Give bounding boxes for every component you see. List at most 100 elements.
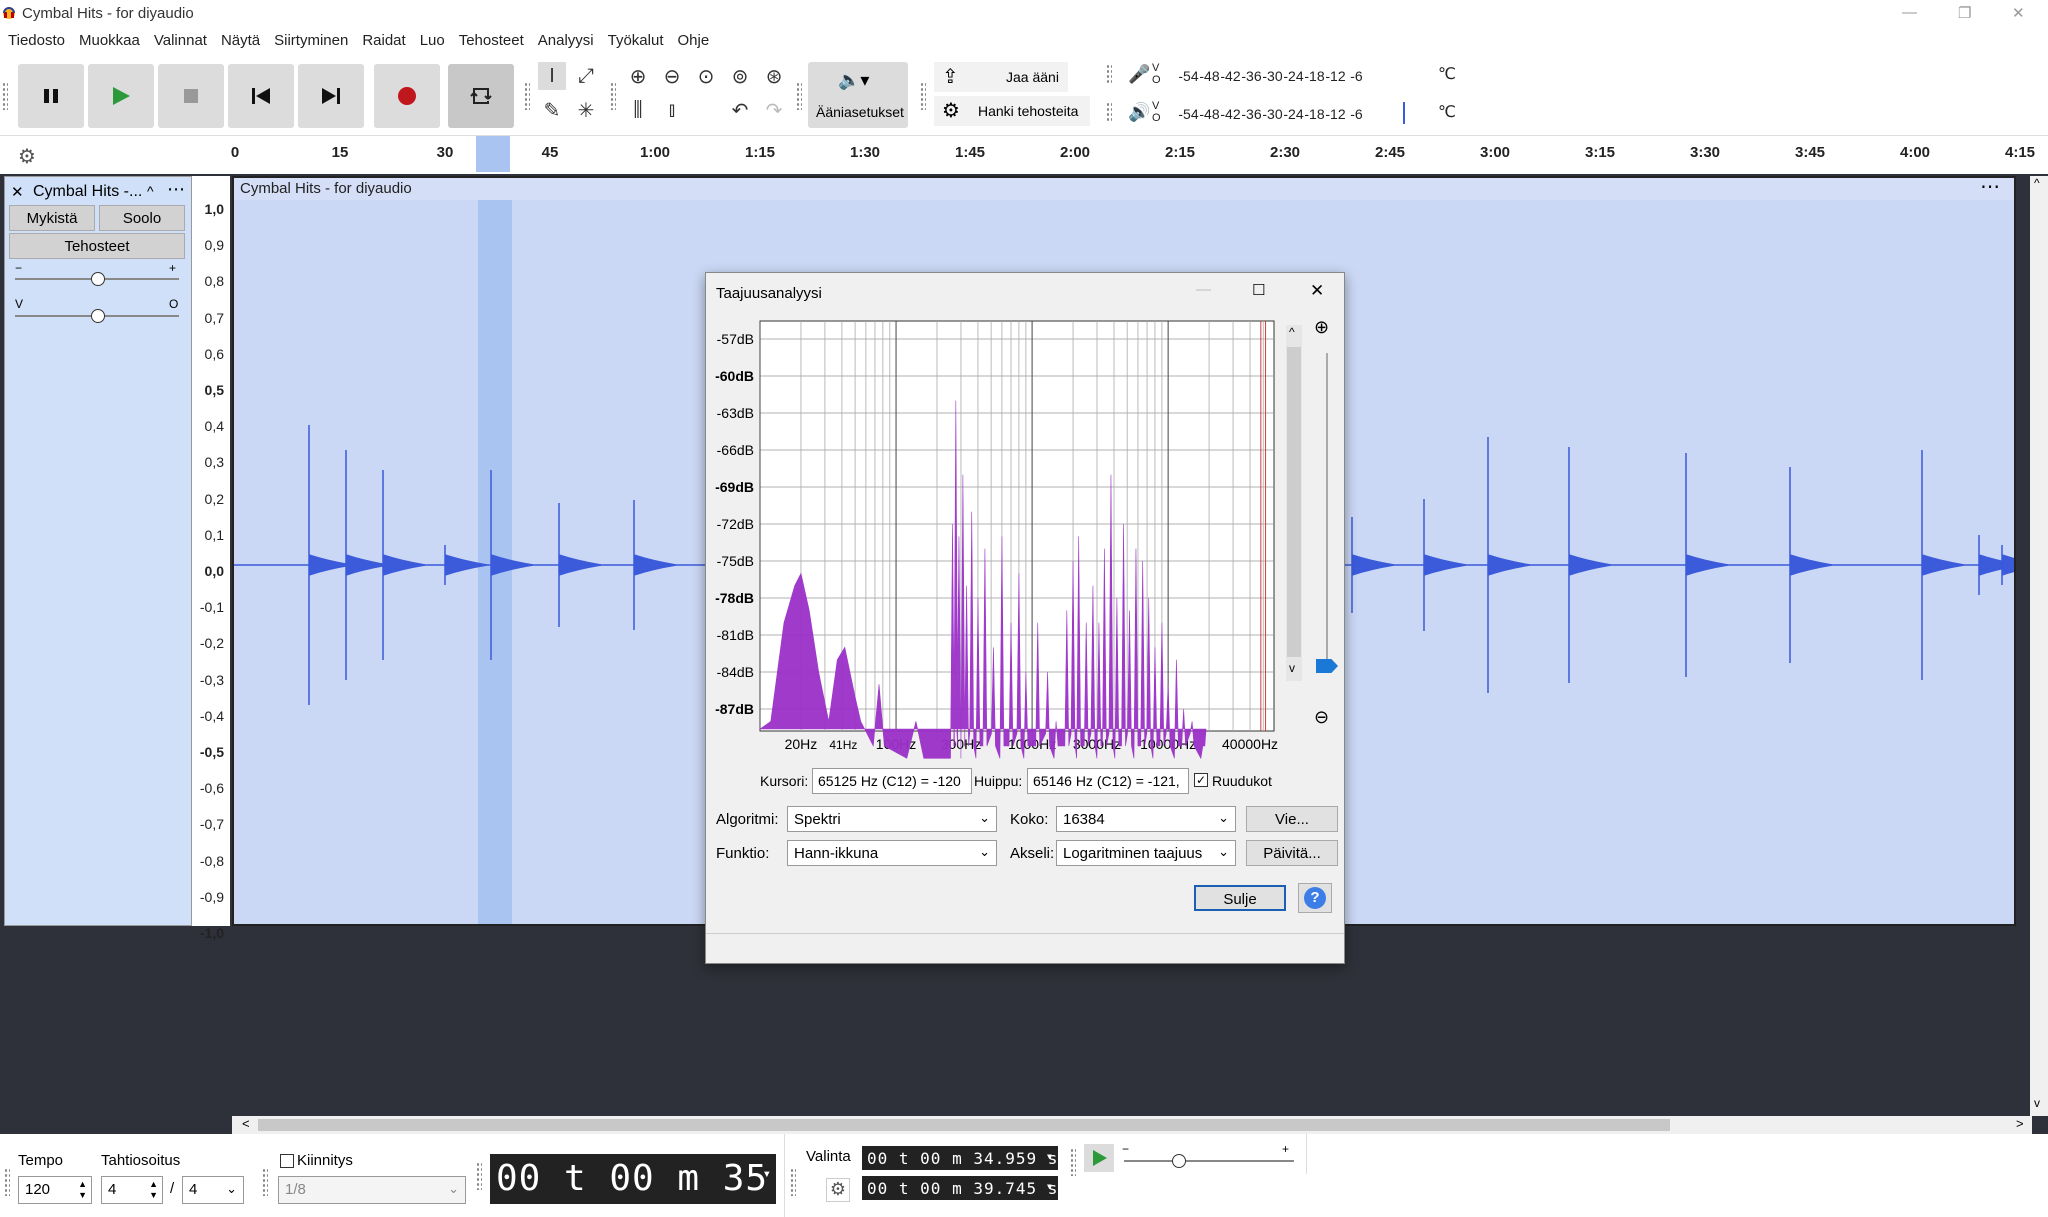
playback-speed-thumb[interactable] [1172, 1154, 1186, 1168]
envelope-tool-icon[interactable]: ⤢ [572, 62, 600, 90]
meter-options-icon[interactable]: ℃ [1438, 64, 1456, 84]
fit-selection-icon[interactable]: ⊙ [692, 62, 720, 90]
maximize-icon[interactable]: ❐ [1958, 4, 1971, 22]
silence-icon[interactable]: ⫾ [658, 96, 686, 124]
playback-speed-slider[interactable] [1124, 1160, 1294, 1162]
tempo-input[interactable]: 120 ▲ ▼ [18, 1176, 92, 1204]
scroll-down-icon[interactable]: v [2034, 1096, 2040, 1110]
play-at-speed-grip[interactable] [1070, 1148, 1076, 1176]
trim-icon[interactable]: ⫼ [624, 96, 652, 124]
grid-checkbox[interactable]: ✓ [1194, 773, 1208, 787]
function-select[interactable]: Hann-ikkuna ⌄ [787, 840, 997, 866]
meter-options-icon-2[interactable]: ℃ [1438, 102, 1456, 122]
track-name[interactable]: Cymbal Hits -... [33, 183, 142, 201]
pause-button[interactable] [18, 64, 84, 128]
undo-icon[interactable]: ↶ [726, 96, 754, 124]
menu-tools[interactable]: Työkalut [608, 32, 664, 49]
redo-icon[interactable]: ↷ [760, 96, 788, 124]
menu-tracks[interactable]: Raidat [362, 32, 405, 49]
gain-slider-thumb[interactable] [91, 272, 105, 286]
stop-button[interactable] [158, 64, 224, 128]
time-display[interactable]: 00 t 00 m 35 s ▾ [490, 1154, 812, 1204]
spectrum-scroll-down-icon[interactable]: v [1289, 661, 1295, 675]
multi-tool-icon[interactable]: ✳ [572, 96, 600, 124]
timeline-ruler[interactable]: ⚙ 0 15 30 45 1:00 1:15 1:30 1:45 2:00 2:15 2:30 2:4… [0, 136, 2048, 176]
select-tool-icon[interactable]: I [538, 62, 566, 90]
solo-button[interactable]: Soolo [99, 205, 185, 231]
peak-field[interactable]: 65146 Hz (C12) = -121, [1027, 768, 1189, 794]
time-sig-denominator[interactable]: 4 ⌄ [182, 1176, 244, 1204]
menu-help[interactable]: Ohje [678, 32, 710, 49]
spinner-icon[interactable]: ▲ ▼ [78, 1179, 87, 1201]
snap-checkbox[interactable] [280, 1154, 294, 1168]
scroll-thumb[interactable] [258, 1119, 1670, 1131]
spinner-icon[interactable]: ▲ ▼ [149, 1179, 158, 1201]
snap-select[interactable]: 1/8 ⌄ [278, 1176, 466, 1204]
dialog-minimize-icon[interactable]: — [1196, 281, 1211, 298]
menu-file[interactable]: Tiedosto [8, 32, 65, 49]
track-collapse-icon[interactable]: ^ [147, 183, 154, 199]
dialog-maximize-icon[interactable]: ☐ [1252, 281, 1265, 299]
spectrum-vscroll[interactable]: ^ v [1286, 325, 1302, 681]
dialog-close-icon[interactable]: ✕ [1310, 281, 1324, 301]
edit-grip[interactable] [610, 82, 616, 110]
get-effects-button[interactable]: ⚙ Hanki tehosteita [934, 96, 1090, 126]
selection-grip[interactable] [790, 1168, 796, 1196]
audio-setup-grip[interactable] [796, 82, 802, 110]
tools-grip[interactable] [524, 82, 530, 110]
loop-button[interactable] [448, 64, 514, 128]
toolbar-grip[interactable] [2, 82, 8, 110]
menu-effects[interactable]: Tehosteet [459, 32, 524, 49]
playback-meter[interactable]: 🔊 VO -54-48-42-36-30-24-18-12 -6 ℃ [1126, 100, 1456, 128]
record-button[interactable] [374, 64, 440, 128]
zoom-in-icon[interactable]: ⊕ [624, 62, 652, 90]
cursor-field[interactable]: 65125 Hz (C12) = -120 [812, 768, 972, 794]
time-sig-numerator[interactable]: 4 ▲ ▼ [101, 1176, 163, 1204]
track-menu-icon[interactable]: ⋯ [167, 179, 185, 200]
scroll-left-icon[interactable]: < [242, 1116, 250, 1131]
menu-edit[interactable]: Muokkaa [79, 32, 140, 49]
play-button[interactable] [88, 64, 154, 128]
selection-start[interactable]: 00 t 00 m 34.959 s ▾ [862, 1146, 1058, 1170]
pan-slider-thumb[interactable] [91, 309, 105, 323]
selection-end[interactable]: 00 t 00 m 39.745 s ▾ [862, 1176, 1058, 1200]
snap-grip[interactable] [262, 1168, 268, 1196]
mute-button[interactable]: Mykistä [9, 205, 95, 231]
spectrum-zoom-in-icon[interactable]: ⊕ [1314, 317, 1329, 338]
scroll-right-icon[interactable]: > [2016, 1116, 2024, 1131]
zoom-toggle-icon[interactable]: ⊛ [760, 62, 788, 90]
minimize-icon[interactable]: — [1902, 4, 1917, 21]
share-audio-button[interactable]: ⇪ Jaa ääni [934, 62, 1068, 92]
rec-meter-grip[interactable] [1106, 64, 1112, 84]
track-close-icon[interactable]: ✕ [11, 183, 24, 201]
algorithm-select[interactable]: Spektri ⌄ [787, 806, 997, 832]
selection-settings-icon[interactable]: ⚙ [826, 1178, 850, 1202]
vertical-scrollbar[interactable]: ^ v [2030, 176, 2048, 1116]
play-at-speed-button[interactable] [1084, 1144, 1114, 1172]
menu-view[interactable]: Näytä [221, 32, 260, 49]
skip-start-button[interactable] [228, 64, 294, 128]
close-icon[interactable]: ✕ [2012, 4, 2025, 22]
spectrum-zoom-out-icon[interactable]: ⊖ [1314, 707, 1329, 728]
timeline-settings-icon[interactable]: ⚙ [18, 144, 36, 169]
spectrum-scroll-up-icon[interactable]: ^ [1289, 325, 1295, 339]
spectrum-zoom-slider[interactable] [1326, 353, 1328, 673]
menu-analyze[interactable]: Analyysi [538, 32, 594, 49]
draw-tool-icon[interactable]: ✎ [538, 96, 566, 124]
scroll-up-icon[interactable]: ^ [2034, 176, 2040, 190]
tempo-grip[interactable] [4, 1168, 10, 1196]
menu-transport[interactable]: Siirtyminen [274, 32, 348, 49]
size-select[interactable]: 16384 ⌄ [1056, 806, 1236, 832]
axis-select[interactable]: Logaritminen taajuus ⌄ [1056, 840, 1236, 866]
spectrum-scroll-thumb[interactable] [1287, 347, 1301, 657]
close-button[interactable]: Sulje [1194, 885, 1286, 911]
update-button[interactable]: Päivitä... [1246, 840, 1338, 866]
help-button[interactable]: ? [1298, 883, 1332, 913]
export-button[interactable]: Vie... [1246, 806, 1338, 832]
audio-setup-button[interactable]: 🔈▾ Ääniasetukset [808, 62, 908, 128]
menu-select[interactable]: Valinnat [154, 32, 207, 49]
zoom-out-icon[interactable]: ⊖ [658, 62, 686, 90]
play-meter-grip[interactable] [1106, 102, 1112, 122]
time-grip[interactable] [476, 1162, 482, 1190]
record-meter[interactable]: 🎤 VO -54-48-42-36-30-24-18-12 -6 ℃ [1126, 62, 1456, 90]
